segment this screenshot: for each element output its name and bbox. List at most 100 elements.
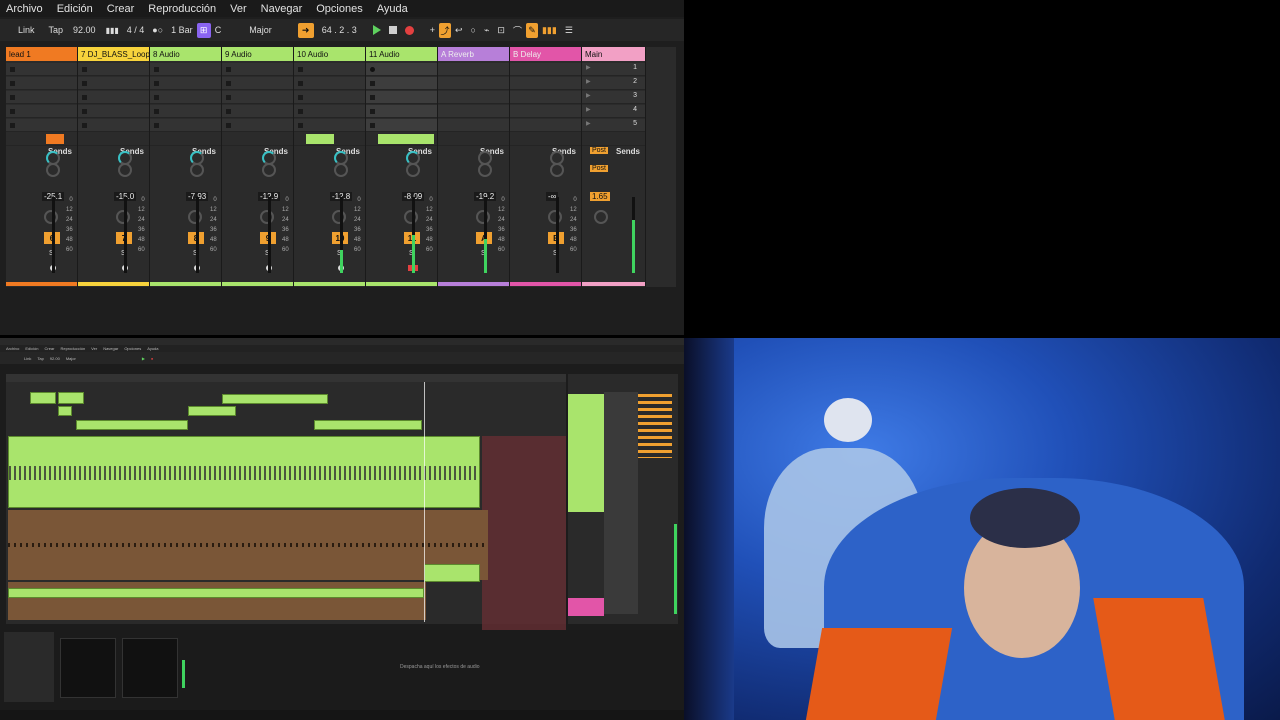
key-scale-icon[interactable]: ⊞: [196, 22, 211, 38]
clip-slot[interactable]: [78, 119, 149, 132]
volume-readout[interactable]: 1.65: [590, 192, 610, 201]
slot-stop-icon[interactable]: [370, 67, 375, 72]
clip-slot[interactable]: [6, 91, 77, 104]
scene-launch-icon[interactable]: ▶: [586, 92, 591, 99]
slot-stop-icon[interactable]: [298, 95, 303, 100]
capture-icon[interactable]: ⊡: [493, 23, 509, 38]
slot-stop-icon[interactable]: [154, 109, 159, 114]
slot-stop-icon[interactable]: [226, 67, 231, 72]
record-button[interactable]: [401, 23, 418, 38]
slot-stop-icon[interactable]: [10, 95, 15, 100]
slot-stop-icon[interactable]: [10, 81, 15, 86]
clip-slot[interactable]: [366, 91, 437, 104]
audio-clip[interactable]: [76, 420, 188, 430]
audio-clip[interactable]: [188, 406, 236, 416]
slot-stop-icon[interactable]: [82, 95, 87, 100]
muted-audio-track[interactable]: [8, 510, 488, 580]
pan-knob[interactable]: [260, 210, 274, 224]
clip-slot[interactable]: [510, 91, 581, 104]
track-title[interactable]: A Reverb: [438, 47, 509, 61]
slot-stop-icon[interactable]: [154, 95, 159, 100]
send-b-knob[interactable]: [478, 163, 492, 177]
arrangement-position-field[interactable]: 64 . 2 . 3: [318, 23, 361, 38]
scene-number[interactable]: 1: [633, 64, 637, 71]
clip-slot[interactable]: [294, 105, 365, 118]
menu-ayuda[interactable]: Ayuda: [377, 3, 408, 15]
clip-slot[interactable]: [294, 119, 365, 132]
clip-slot[interactable]: [366, 77, 437, 90]
clip-slot[interactable]: [438, 77, 509, 90]
clip-slot[interactable]: [294, 91, 365, 104]
automation-arm-icon[interactable]: ⤴: [439, 22, 451, 38]
time-signature-field[interactable]: 4 / 4: [123, 23, 149, 38]
slot-stop-icon[interactable]: [298, 123, 303, 128]
menu-navegar[interactable]: Navegar: [261, 3, 303, 15]
scene-launch-icon[interactable]: ▶: [586, 106, 591, 113]
track-title[interactable]: 7 DJ_BLASS_Loop: [78, 47, 149, 61]
clip-slot[interactable]: [222, 63, 293, 76]
track-stop-row[interactable]: [510, 133, 581, 146]
clip-slot[interactable]: 1 ▶: [582, 63, 645, 76]
slot-stop-icon[interactable]: [298, 109, 303, 114]
track-stop-row[interactable]: [150, 133, 221, 146]
record-dot-icon[interactable]: ●○: [148, 23, 167, 38]
follow-icon[interactable]: ➜: [297, 22, 314, 38]
menu-archivo-small[interactable]: Archivo: [6, 345, 19, 352]
post-button[interactable]: Post: [590, 147, 609, 154]
menu-crear-small[interactable]: Crear: [44, 345, 54, 352]
menu-opciones[interactable]: Opciones: [316, 3, 362, 15]
slot-stop-icon[interactable]: [154, 123, 159, 128]
scene-launch-icon[interactable]: ▶: [586, 120, 591, 127]
track-stop-row[interactable]: [366, 133, 437, 146]
track-title[interactable]: 11 Audio: [366, 47, 437, 61]
menu-ver-small[interactable]: Ver: [91, 345, 97, 352]
slot-stop-icon[interactable]: [154, 81, 159, 86]
slot-stop-icon[interactable]: [82, 67, 87, 72]
send-b-knob[interactable]: [190, 163, 204, 177]
slot-stop-icon[interactable]: [226, 109, 231, 114]
clip-slot[interactable]: [150, 119, 221, 132]
slot-stop-icon[interactable]: [154, 67, 159, 72]
slot-stop-icon[interactable]: [10, 67, 15, 72]
send-b-knob[interactable]: [118, 163, 132, 177]
slot-stop-icon[interactable]: [10, 109, 15, 114]
audio-clip[interactable]: [424, 564, 480, 582]
clip-slot[interactable]: [510, 119, 581, 132]
menu-reproduccion-small[interactable]: Reproducción: [60, 345, 85, 352]
track-stop-row[interactable]: [294, 133, 365, 146]
clip-slot[interactable]: [510, 77, 581, 90]
clip-slot[interactable]: [366, 105, 437, 118]
slot-stop-icon[interactable]: [370, 123, 375, 128]
mixer-buttons[interactable]: [638, 394, 672, 458]
scene-number[interactable]: 5: [633, 120, 637, 127]
back-to-arrangement-icon[interactable]: ↩: [451, 23, 467, 38]
timeline-ruler[interactable]: [6, 374, 566, 382]
link-button[interactable]: Link: [14, 23, 39, 38]
track-stop-row[interactable]: [78, 133, 149, 146]
post-button[interactable]: Post: [590, 165, 609, 172]
clip-slot[interactable]: [150, 77, 221, 90]
clip-slot[interactable]: [78, 63, 149, 76]
track-title[interactable]: B Delay: [510, 47, 581, 61]
scene-number[interactable]: 3: [633, 92, 637, 99]
audio-clip[interactable]: [58, 392, 84, 404]
clip-slot[interactable]: [510, 63, 581, 76]
slot-stop-icon[interactable]: [298, 67, 303, 72]
stop-button[interactable]: [385, 23, 401, 38]
audio-clip[interactable]: [222, 394, 328, 404]
track-stop-row[interactable]: [222, 133, 293, 146]
clip-slot[interactable]: [6, 63, 77, 76]
menu-crear[interactable]: Crear: [107, 3, 135, 15]
track-title[interactable]: lead 1: [6, 47, 77, 61]
menu-opciones-small[interactable]: Opciones: [124, 345, 141, 352]
send-b-knob[interactable]: [334, 163, 348, 177]
pan-knob[interactable]: [476, 210, 490, 224]
clip-properties[interactable]: [4, 632, 54, 702]
slot-stop-icon[interactable]: [370, 109, 375, 114]
slot-stop-icon[interactable]: [82, 109, 87, 114]
menu-archivo[interactable]: Archivo: [6, 3, 43, 15]
vocal-audio-clip[interactable]: [8, 436, 480, 508]
menu-ver[interactable]: Ver: [230, 3, 247, 15]
clip-slot[interactable]: [222, 105, 293, 118]
track-title[interactable]: 8 Audio: [150, 47, 221, 61]
